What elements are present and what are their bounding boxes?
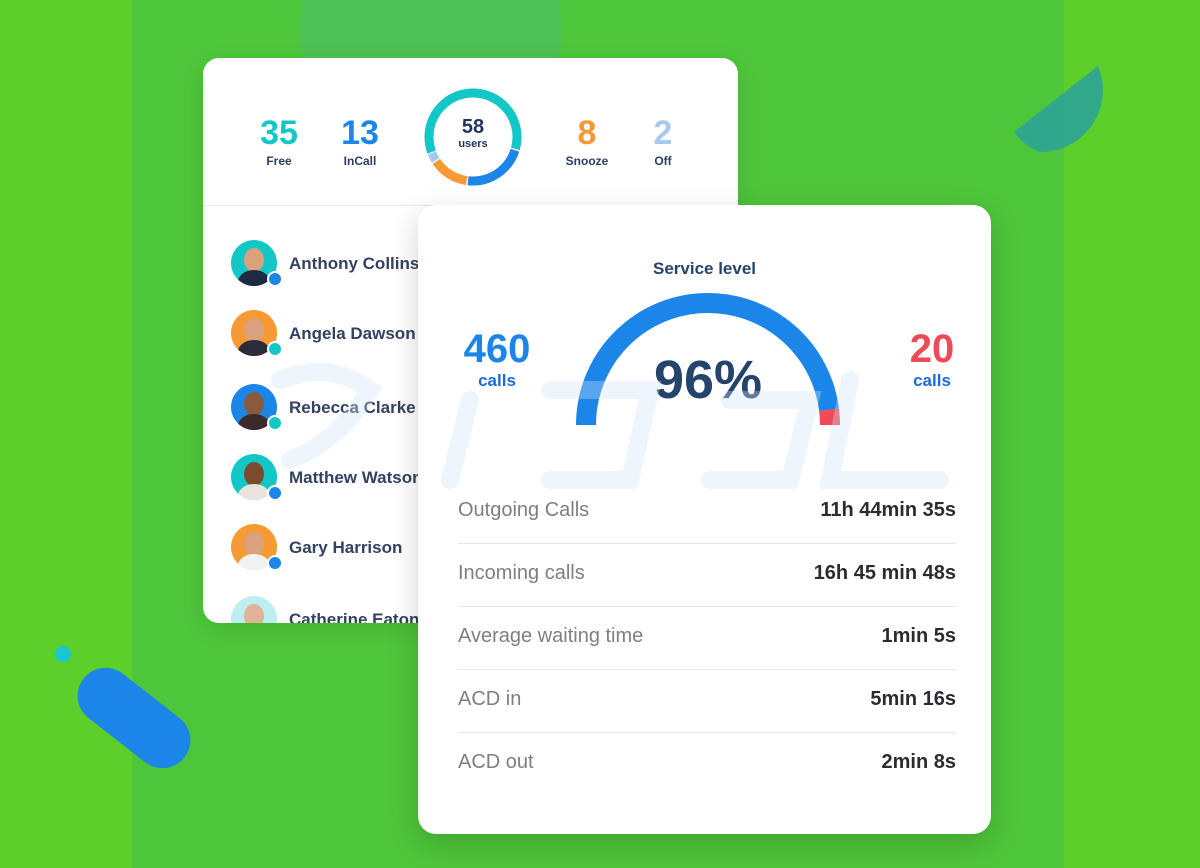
metric-label: ACD in — [458, 688, 522, 710]
right-calls-value: 20 — [909, 327, 955, 371]
user-name: Catherine Eaton — [289, 610, 420, 623]
status-dot — [267, 555, 283, 571]
metric-value: 16h 45 min 48s — [813, 562, 956, 584]
metric-row: ACD out 2min 8s — [458, 733, 956, 796]
user-name: Gary Harrison — [289, 538, 403, 557]
donut-total: 58 — [461, 116, 485, 138]
service-level-card: Service level 460 calls 96% 20 calls Out… — [418, 205, 991, 834]
stat-off-value: 2 — [653, 114, 673, 152]
stat-incall-label: InCall — [343, 154, 377, 168]
metric-value: 2min 8s — [881, 751, 956, 773]
metric-label: Incoming calls — [458, 562, 585, 584]
metric-label: ACD out — [458, 751, 534, 773]
metric-row: Outgoing Calls 11h 44min 35s — [458, 481, 956, 544]
metric-value: 1min 5s — [881, 625, 956, 647]
left-calls-label: calls — [478, 371, 516, 390]
metric-row: Incoming calls 16h 45 min 48s — [458, 544, 956, 607]
user-stats-row: 35 Free 13 InCall 58 users 8 Snooze 2 Of… — [203, 58, 738, 206]
left-calls-stat: 460 calls — [454, 327, 540, 391]
stat-snooze-label: Snooze — [565, 154, 609, 168]
user-name: Angela Dawson — [289, 324, 416, 343]
metric-row: Average waiting time 1min 5s — [458, 607, 956, 670]
stat-off: 2 Off — [623, 114, 703, 168]
user-name: Matthew Watson — [289, 468, 423, 487]
metric-row: ACD in 5min 16s — [458, 670, 956, 733]
stat-incall: 13 InCall — [320, 114, 400, 168]
service-level-title: Service level — [652, 259, 757, 278]
stat-free: 35 Free — [239, 114, 319, 168]
stat-free-value: 35 — [260, 114, 298, 152]
left-calls-value: 460 — [463, 327, 531, 371]
decorative-leaf — [1014, 66, 1103, 153]
stat-incall-value: 13 — [341, 114, 379, 152]
stat-snooze: 8 Snooze — [547, 114, 627, 168]
stat-free-label: Free — [266, 154, 292, 168]
donut-label: users — [458, 138, 488, 150]
status-dot — [267, 271, 283, 287]
status-dot — [267, 415, 283, 431]
stat-snooze-value: 8 — [577, 114, 597, 152]
right-calls-label: calls — [913, 371, 951, 390]
stat-off-label: Off — [654, 154, 672, 168]
metric-value: 5min 16s — [870, 688, 956, 710]
decorative-dot — [55, 646, 71, 662]
user-name: Anthony Collins — [289, 254, 420, 273]
status-dot — [267, 341, 283, 357]
metrics-list: Outgoing Calls 11h 44min 35s Incoming ca… — [458, 481, 956, 796]
donut-center: 58 users — [423, 116, 523, 150]
metric-value: 11h 44min 35s — [820, 499, 956, 521]
user-name: Rebecca Clarke — [289, 398, 416, 417]
metric-label: Average waiting time — [458, 625, 644, 647]
status-dot — [267, 485, 283, 501]
service-level-percent: 96% — [653, 350, 763, 410]
metric-label: Outgoing Calls — [458, 499, 590, 521]
right-calls-stat: 20 calls — [902, 327, 962, 391]
avatar — [231, 596, 277, 623]
